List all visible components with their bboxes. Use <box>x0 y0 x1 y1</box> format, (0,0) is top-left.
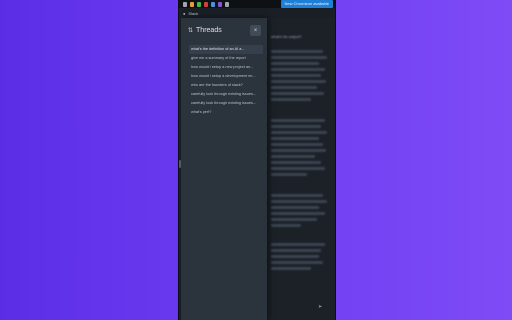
threads-icon: ⇅ <box>188 27 194 34</box>
thread-item[interactable]: what's the definition of an AI a... <box>189 45 263 54</box>
panel-title: Threads <box>196 26 222 34</box>
thread-item[interactable]: how would i setup a new project an... <box>189 63 263 72</box>
thread-item[interactable]: how would i setup a development en... <box>189 72 263 81</box>
extension-toolbar: New Chromium available <box>179 0 335 8</box>
thread-item[interactable]: who are the founders of slack? <box>189 81 263 90</box>
extension-icon[interactable] <box>190 1 194 7</box>
thread-item[interactable]: carefully look through existing issues..… <box>189 90 263 99</box>
send-icon[interactable]: ➤ <box>318 304 322 310</box>
tab-bar: ● Slack <box>179 8 335 18</box>
chat-answer-blurred <box>269 50 331 270</box>
thread-item[interactable]: give me a summary of the report <box>189 54 263 63</box>
extension-icon[interactable] <box>218 1 222 7</box>
extension-icon[interactable] <box>225 1 229 7</box>
thread-list: what's the definition of an AI a... give… <box>189 45 263 117</box>
thread-item[interactable]: what's perf? <box>189 108 263 117</box>
extension-icon[interactable] <box>183 1 187 7</box>
tab-title[interactable]: Slack <box>188 11 198 16</box>
chat-question: what's its output? <box>271 34 302 39</box>
thread-item[interactable]: carefully look through existing issues..… <box>189 99 263 108</box>
extension-icon[interactable] <box>197 1 201 7</box>
slack-icon: ● <box>183 10 186 16</box>
extension-icon[interactable] <box>211 1 215 7</box>
threads-panel: ⇅ Threads × what's the definition of an … <box>181 18 267 320</box>
chat-content: what's its output? <box>269 30 331 316</box>
extension-icon[interactable] <box>204 1 208 7</box>
update-notice[interactable]: New Chromium available <box>280 0 333 8</box>
close-panel-button[interactable]: × <box>250 25 261 36</box>
